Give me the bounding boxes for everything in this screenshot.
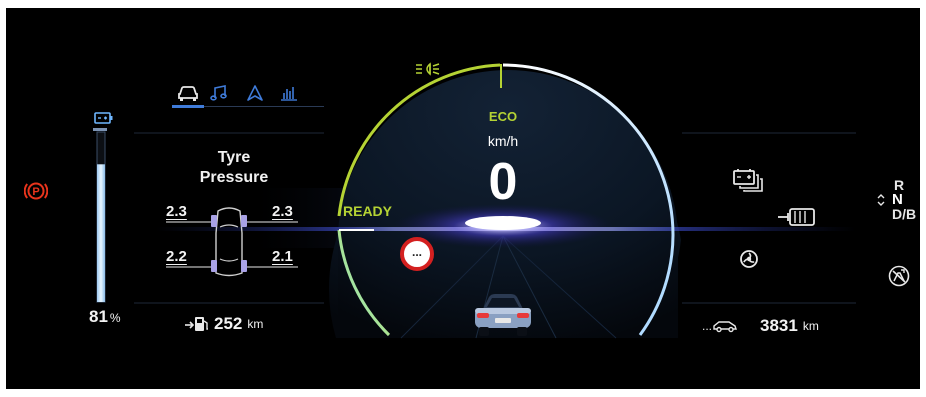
tab-media[interactable] bbox=[204, 80, 234, 106]
odometer-prefix: ... bbox=[702, 319, 713, 333]
speed-unit-label: km/h bbox=[487, 133, 519, 149]
electric-motor-icon bbox=[778, 208, 815, 226]
range-unit: km bbox=[247, 317, 264, 331]
battery-percent: 81% bbox=[89, 307, 121, 327]
car-icon bbox=[178, 86, 198, 101]
speed-value: 0 bbox=[488, 153, 518, 211]
gear-drive: D/B bbox=[892, 206, 917, 222]
tyre-title-line1: Tyre bbox=[217, 149, 251, 166]
tab-active-indicator bbox=[172, 105, 204, 108]
instrument-cluster: 81% P Tyre Pressure 2.3 2.3 2.2 2.1 252 … bbox=[6, 8, 920, 389]
tab-vehicle[interactable] bbox=[172, 80, 204, 106]
navigation-icon bbox=[247, 85, 263, 101]
lane-assist-icon bbox=[888, 265, 910, 287]
battery-icon bbox=[94, 112, 113, 124]
vehicle-rear-icon bbox=[475, 294, 531, 336]
battery-pack-icon bbox=[733, 169, 763, 192]
gear-reverse: R bbox=[894, 177, 905, 193]
parking-brake-icon: P bbox=[24, 182, 48, 200]
battery-percent-unit: % bbox=[109, 311, 121, 325]
speed-limit-sign: ... bbox=[400, 237, 434, 271]
range-value: 252 bbox=[214, 314, 243, 333]
music-icon bbox=[210, 85, 227, 101]
odometer-value: 3831 bbox=[760, 316, 798, 335]
ready-status: READY bbox=[343, 203, 393, 219]
range-readout: 252 km bbox=[184, 314, 263, 334]
battery-percent-value: 81 bbox=[89, 307, 108, 326]
tab-statistics[interactable] bbox=[274, 80, 304, 106]
tyre-car-outline-icon bbox=[166, 207, 298, 277]
odometer-readout: ... 3831 km bbox=[702, 316, 819, 336]
svg-text:P: P bbox=[32, 186, 39, 198]
gear-selector: R N D/B bbox=[876, 178, 916, 221]
tyre-pressure-title: Tyre Pressure bbox=[174, 148, 294, 188]
charging-station-icon bbox=[185, 317, 208, 331]
tab-navigation[interactable] bbox=[240, 80, 270, 106]
drive-mode-label: ECO bbox=[488, 109, 518, 124]
tyre-title-line2: Pressure bbox=[199, 169, 269, 186]
screenshot-frame: 81% P Tyre Pressure 2.3 2.3 2.2 2.1 252 … bbox=[0, 0, 926, 397]
speed-limit-value: ... bbox=[411, 245, 422, 259]
battery-level-fill bbox=[97, 164, 105, 302]
odometer-car-icon bbox=[713, 321, 737, 333]
bar-chart-icon bbox=[281, 87, 297, 101]
climate-fan-icon bbox=[740, 250, 758, 268]
gear-arrows-icon bbox=[877, 193, 885, 206]
headlight-icon bbox=[416, 62, 440, 76]
odometer-unit: km bbox=[802, 319, 819, 333]
